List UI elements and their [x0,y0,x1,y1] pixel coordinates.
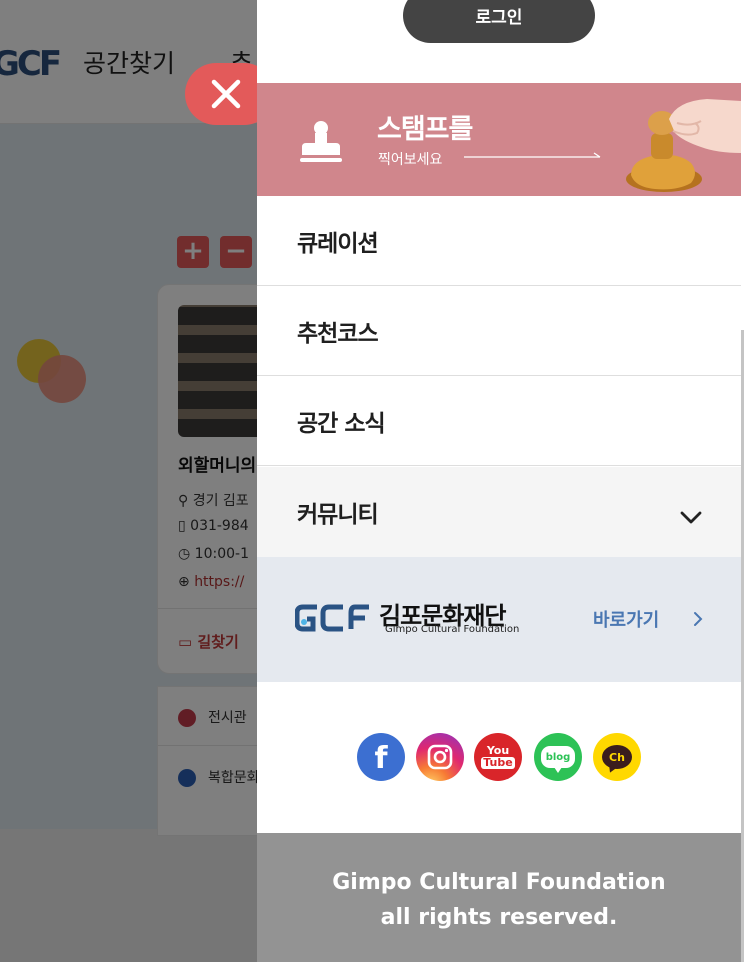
close-icon [211,79,241,109]
footer-line-1: Gimpo Cultural Foundation [332,870,666,895]
foundation-logo[interactable] [295,599,377,635]
stamp-banner[interactable]: 스탬프를 찍어보세요 [257,83,741,196]
instagram-glyph [427,744,453,770]
menu-item-label: 공간 소식 [297,410,386,437]
stamp-title: 스탬프를 [377,114,473,145]
chevron-down-icon[interactable] [680,511,702,525]
foundation-name-english: Gimpo Cultural Foundation [385,624,520,635]
kakao-channel-glyph: Ch [602,745,632,769]
scrollbar-thumb[interactable] [741,330,744,962]
youtube-icon[interactable]: You Tube [474,733,522,781]
menu-item-label: 커뮤니티 [297,502,379,528]
youtube-bottom-label: Tube [481,756,515,769]
blog-glyph: blog [541,746,575,773]
chevron-right-icon[interactable] [693,611,703,627]
stamp-hand-illustration [626,99,741,192]
menu-item-label: 큐레이션 [297,230,379,257]
menu-item-curation[interactable]: 큐레이션 [257,196,741,286]
stamp-subtitle: 찍어보세요 [378,152,443,168]
login-button[interactable]: 로그인 [403,0,595,43]
side-menu-drawer: 로그인 스탬프를 찍어보세요 큐레이션 추천코스 공간 소식 커뮤니티 김포문화… [257,0,741,962]
blog-icon[interactable]: blog [534,733,582,781]
youtube-glyph: You Tube [481,745,515,769]
foundation-link-section: 김포문화재단 Gimpo Cultural Foundation 바로가기 [257,557,741,682]
instagram-icon[interactable] [416,733,464,781]
foundation-shortcut-link[interactable]: 바로가기 [593,606,659,632]
footer-line-2: all rights reserved. [380,905,618,930]
menu-item-community[interactable]: 커뮤니티 [257,467,741,557]
facebook-glyph: f [374,740,388,776]
menu-item-recommended-course[interactable]: 추천코스 [257,286,741,376]
menu-item-space-news[interactable]: 공간 소식 [257,376,741,466]
login-area: 로그인 [257,0,741,83]
footer: Gimpo Cultural Foundation all rights res… [257,833,741,962]
stamp-icon [300,121,342,162]
menu-item-label: 추천코스 [297,320,379,347]
kakao-channel-icon[interactable]: Ch [593,733,641,781]
facebook-icon[interactable]: f [357,733,405,781]
social-links: f You Tube blog Ch [257,682,741,833]
arrow-right-icon [464,152,601,158]
